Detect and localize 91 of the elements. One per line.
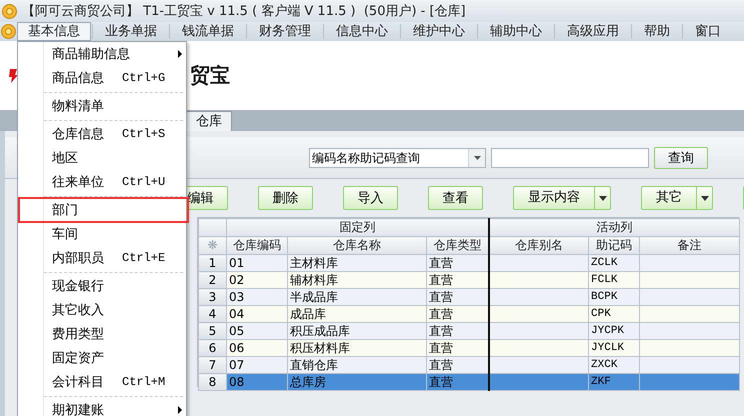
table-cell: 06 [226, 340, 288, 356]
menu-item[interactable]: 辅助中心 [479, 22, 553, 41]
search-mode-dropdown[interactable]: 编码名称助记码查询 [309, 148, 486, 168]
table-cell: 直营 [426, 288, 489, 306]
column-header[interactable]: 助记码 [588, 236, 640, 254]
table-cell: ZKF [588, 374, 640, 390]
search-button[interactable]: 查询 [654, 146, 708, 168]
tab[interactable]: 仓库 [186, 111, 232, 131]
menu-item[interactable]: 车间 [18, 222, 186, 246]
menu-item[interactable]: 商品信息 Ctrl+G [18, 66, 186, 90]
caret-icon [700, 196, 708, 200]
submenu-arrow-icon [178, 50, 182, 58]
table-cell: ZXCK [588, 356, 640, 374]
toolbar-button[interactable]: 查看 [428, 186, 483, 210]
menu-item[interactable]: 信息中心 [325, 22, 399, 41]
table-cell: ZCLK [588, 254, 640, 272]
table-cell: FCLK [588, 272, 640, 288]
caret-icon [598, 196, 606, 200]
column-group-header: 活动列 [488, 218, 740, 236]
menu-item[interactable]: 基本信息 [17, 22, 91, 41]
menu-item[interactable]: 现金银行 [18, 274, 186, 298]
row-number[interactable]: 2 [198, 272, 226, 288]
table-cell: 08 [226, 374, 288, 390]
column-header[interactable]: 仓库别名 [488, 236, 589, 254]
window-title: 【阿可云商贸公司】 T1-工贸宝 v 11.5 ( 客户端 V 11.5 ) (50用户) - [仓库] [22, 3, 466, 20]
table-cell: 03 [226, 288, 288, 306]
menu-item[interactable]: 会计科目 Ctrl+M [18, 370, 186, 394]
submenu-arrow-icon [178, 406, 182, 414]
menu-item[interactable]: 内部职员 Ctrl+E [18, 246, 186, 270]
menu-item[interactable]: 费用类型 [18, 322, 186, 346]
toolbar-button[interactable]: 删除 [258, 186, 313, 210]
table-cell: 主材料库 [288, 254, 426, 272]
table-cell: JYCLK [588, 340, 640, 356]
table-cell: 积压材料库 [288, 340, 426, 356]
table-cell: 直营 [426, 356, 489, 374]
corner-mark: ❋ [198, 236, 226, 254]
caret-icon [474, 156, 480, 160]
row-number[interactable]: 7 [198, 356, 226, 374]
table-cell: 积压成品库 [288, 322, 426, 340]
row-number[interactable]: 6 [198, 340, 226, 356]
column-header[interactable]: 仓库编码 [226, 236, 288, 254]
menu-item[interactable]: 期初建账 [18, 398, 186, 416]
table-cell: 直营 [426, 272, 489, 288]
table-cell: 04 [226, 306, 288, 322]
row-number[interactable]: 3 [198, 288, 226, 306]
column-header[interactable]: 仓库类型 [426, 236, 489, 254]
table-cell: CPK [588, 306, 640, 322]
menu-item[interactable]: 其它收入 [18, 298, 186, 322]
logo-text: 贸宝 [190, 62, 230, 89]
table-cell: 总库房 [288, 374, 426, 390]
table-cell: 成品库 [288, 306, 426, 322]
menu-item[interactable]: 窗口 [684, 22, 732, 41]
menu-item[interactable]: 维护中心 [402, 22, 476, 41]
row-number[interactable]: 4 [198, 306, 226, 322]
table-cell: 直营 [426, 340, 489, 356]
table-cell: 07 [226, 356, 288, 374]
column-header[interactable]: 仓库名称 [288, 236, 426, 254]
table-cell: 直营 [426, 254, 489, 272]
table-cell: 02 [226, 272, 288, 288]
table-cell: 辅材料库 [288, 272, 426, 288]
split-button[interactable]: 其它 [641, 186, 713, 210]
toolbar-button[interactable]: 导入 [343, 186, 398, 210]
row-number[interactable]: 8 [198, 374, 226, 390]
menu-item[interactable]: 财务管理 [248, 22, 322, 41]
coin-icon [1, 24, 16, 39]
menu-item[interactable]: 钱流单据 [171, 22, 245, 41]
coin-icon [2, 4, 17, 18]
menu-item[interactable]: 业务单据 [94, 22, 168, 41]
search-field[interactable] [491, 148, 649, 168]
logo-icon [8, 68, 18, 84]
menu-item[interactable]: 仓库信息 Ctrl+S [18, 122, 186, 146]
menu-item[interactable]: 物料清单 [18, 94, 186, 118]
table-cell: BCPK [588, 288, 640, 306]
table-cell: 直营 [426, 306, 489, 322]
table-cell: JYCPK [588, 322, 640, 340]
table-cell: 直营 [426, 374, 489, 390]
column-header[interactable]: 备注 [640, 236, 740, 254]
table-cell: 01 [226, 254, 288, 272]
menu-item[interactable]: 帮助 [633, 22, 681, 41]
column-group-header: 固定列 [226, 218, 489, 236]
row-number[interactable]: 1 [198, 254, 226, 272]
table-cell: 05 [226, 322, 288, 340]
menu-item[interactable]: 地区 [18, 146, 186, 170]
table-cell: 直销仓库 [288, 356, 426, 374]
menu-item[interactable]: 固定资产 [18, 346, 186, 370]
table-cell: 直营 [426, 322, 489, 340]
table-cell: 半成品库 [288, 288, 426, 306]
menu-item[interactable]: 高级应用 [556, 22, 630, 41]
menu-item[interactable]: 商品辅助信息 [18, 42, 186, 66]
row-number[interactable]: 5 [198, 322, 226, 340]
split-button[interactable]: 显示内容 [513, 186, 611, 210]
